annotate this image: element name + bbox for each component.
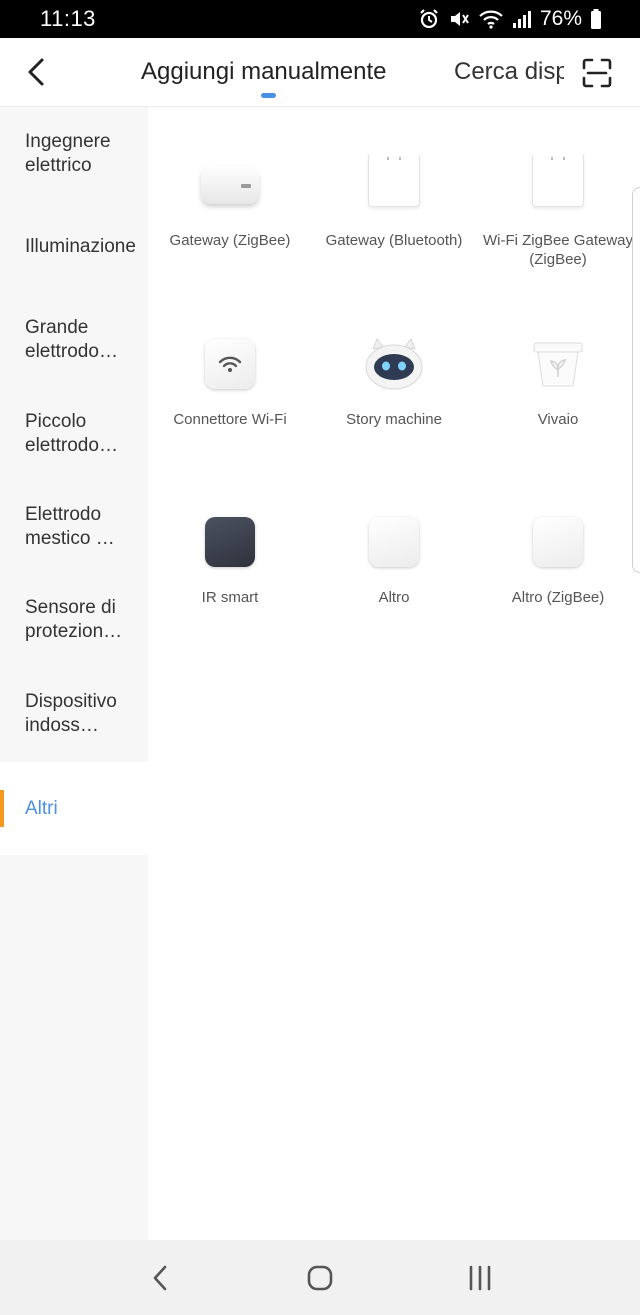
sidebar-item-label: Dispositivo indoss…	[25, 690, 117, 736]
active-marker	[0, 790, 4, 827]
battery-icon	[591, 9, 601, 29]
battery-percent: 76%	[539, 7, 582, 30]
sidebar-item-electrical-engineer[interactable]: Ingegnere elettrico	[0, 107, 148, 200]
device-label: Wi-Fi ZigBee Gateway (ZigBee)	[482, 232, 634, 268]
sidebar-item-label: Grande elettrodo…	[25, 316, 118, 362]
device-plant-nursery[interactable]: Vivaio	[476, 334, 640, 429]
device-other[interactable]: Altro	[312, 512, 476, 607]
device-other-zigbee[interactable]: Altro (ZigBee)	[476, 512, 640, 607]
sidebar-item-others[interactable]: Altri	[0, 762, 148, 855]
tab-add-manually[interactable]: Aggiungi manualmente	[141, 58, 387, 86]
device-gateway-bluetooth[interactable]: Gateway (Bluetooth)	[312, 155, 476, 250]
mute-icon	[450, 12, 469, 26]
category-sidebar: Ingegnere elettrico Illuminazione Grande…	[0, 107, 148, 1240]
status-icons: 76%	[418, 7, 602, 31]
system-nav-bar	[0, 1240, 640, 1315]
scan-button[interactable]	[576, 52, 618, 94]
nav-back-button[interactable]	[130, 1248, 190, 1308]
wifi-connector-icon	[205, 339, 255, 389]
nav-home-button[interactable]	[290, 1248, 350, 1308]
generic-device-icon	[369, 517, 419, 567]
plant-pot-icon	[533, 342, 583, 387]
device-label: Altro	[378, 589, 410, 606]
device-label: Altro (ZigBee)	[511, 589, 605, 606]
gateway-box-icon	[532, 155, 584, 207]
ir-blaster-icon	[205, 517, 255, 567]
sidebar-item-protection-sensor[interactable]: Sensore di protezion…	[0, 573, 148, 666]
sidebar-item-small-appliance[interactable]: Piccolo elettrodo…	[0, 387, 148, 480]
chevron-left-icon	[28, 58, 44, 86]
alarm-icon	[420, 9, 438, 29]
signal-icon	[512, 11, 531, 28]
edge-panel-handle[interactable]	[632, 187, 640, 573]
generic-device-icon	[533, 517, 583, 567]
sidebar-item-large-appliance[interactable]: Grande elettrodo…	[0, 293, 148, 386]
device-wifi-connector[interactable]: Connettore Wi-Fi	[148, 334, 312, 429]
wifi-icon	[479, 10, 503, 29]
device-label: IR smart	[201, 589, 259, 606]
status-bar: 11:13 76%	[0, 0, 640, 38]
sidebar-item-label: Piccolo elettrodo…	[25, 410, 118, 456]
status-time: 11:13	[40, 6, 96, 31]
robot-icon	[365, 337, 423, 390]
sidebar-item-label: Ingegnere elettrico	[25, 130, 111, 176]
nav-recents-button[interactable]	[450, 1248, 510, 1308]
nav-back-icon	[153, 1265, 167, 1290]
device-label: Connettore Wi-Fi	[173, 411, 287, 428]
device-ir-smart[interactable]: IR smart	[148, 512, 312, 607]
header: Aggiungi manualmente Cerca dispositivi	[0, 38, 640, 107]
device-label: Gateway (ZigBee)	[169, 232, 291, 249]
device-gateway-zigbee[interactable]: Gateway (ZigBee)	[148, 155, 312, 250]
sidebar-item-lighting[interactable]: Illuminazione	[0, 200, 148, 293]
sidebar-item-label: Illuminazione	[25, 235, 136, 257]
gateway-box-icon	[368, 155, 420, 207]
nav-home-icon	[307, 1265, 333, 1290]
tab-active-indicator	[261, 93, 276, 98]
sidebar-item-label: Elettrodo mestico …	[25, 503, 115, 549]
back-button[interactable]	[16, 52, 56, 92]
sidebar-item-label: Sensore di protezion…	[25, 596, 123, 642]
sidebar-item-label: Altri	[25, 797, 58, 819]
device-story-machine[interactable]: Story machine	[312, 334, 476, 429]
scan-icon	[582, 58, 612, 88]
sidebar-item-home-appliance[interactable]: Elettrodo mestico …	[0, 480, 148, 573]
device-label: Gateway (Bluetooth)	[325, 232, 463, 249]
tab-search-devices[interactable]: Cerca dispositivi	[454, 58, 564, 86]
sidebar-item-wearable[interactable]: Dispositivo indoss…	[0, 667, 148, 760]
nav-recents-icon	[469, 1265, 491, 1290]
device-label: Vivaio	[537, 411, 579, 428]
device-label: Story machine	[346, 411, 442, 428]
gateway-hub-icon	[201, 166, 259, 204]
device-wifi-zigbee-gateway[interactable]: Wi-Fi ZigBee Gateway (ZigBee)	[476, 155, 640, 269]
